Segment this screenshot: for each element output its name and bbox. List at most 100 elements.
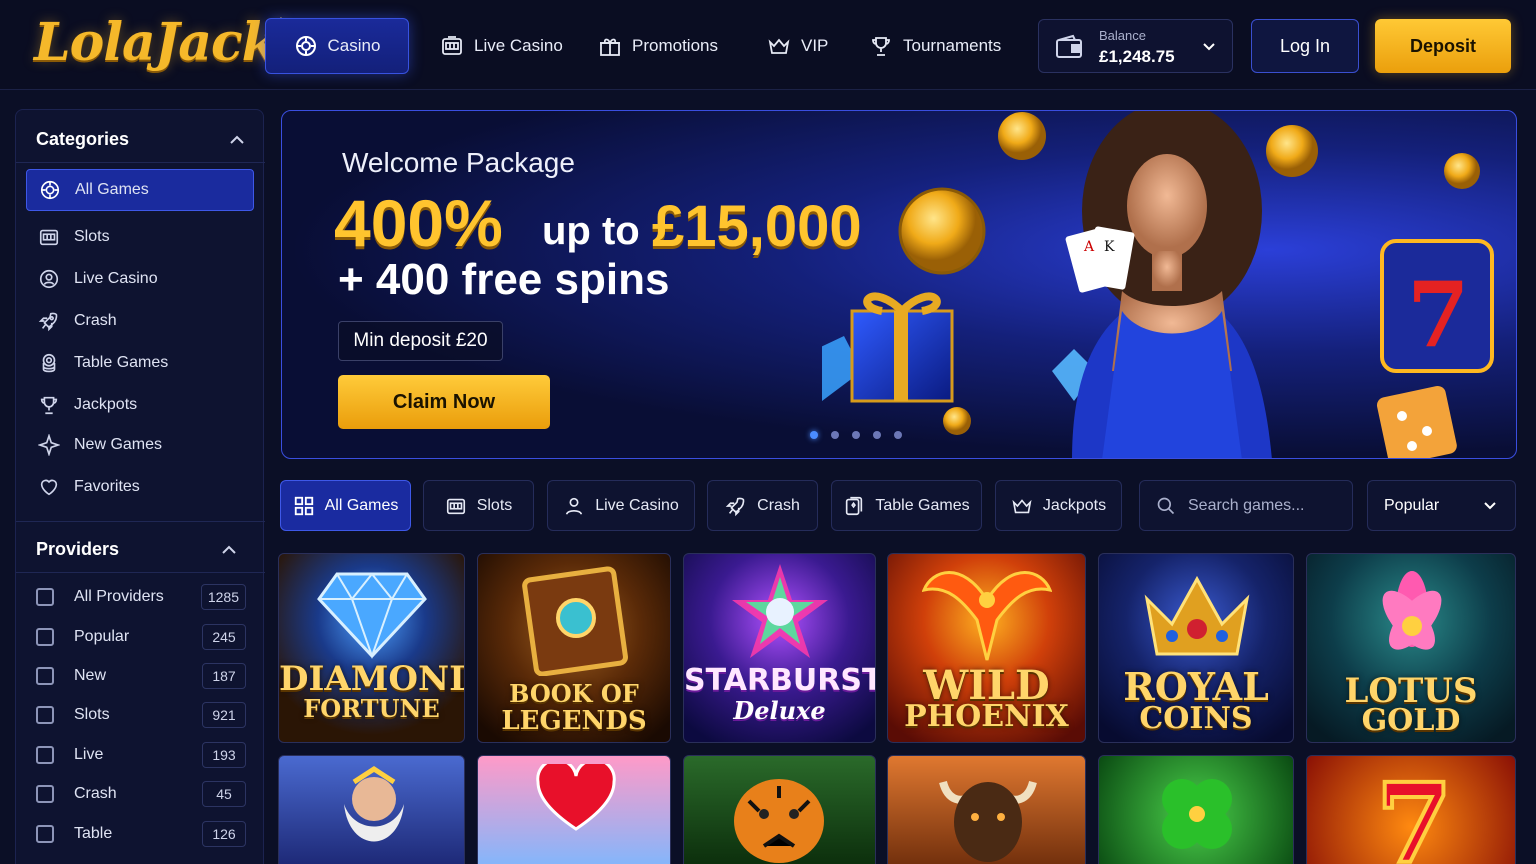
trophy-icon xyxy=(40,396,58,415)
search-input[interactable] xyxy=(1188,496,1338,515)
checkbox[interactable] xyxy=(36,667,54,685)
checkbox[interactable] xyxy=(36,785,54,803)
sidebar-item-favorites[interactable]: Favorites xyxy=(26,466,254,508)
sidebar-item-label: All Games xyxy=(75,181,149,198)
sidebar-item-table-games[interactable]: Table Games xyxy=(26,342,254,384)
brand-logo[interactable]: LolaJack✦ xyxy=(34,12,288,73)
tab-crash[interactable]: Crash xyxy=(707,480,818,531)
banner-up-to: up to xyxy=(542,209,640,253)
game-tile[interactable] xyxy=(683,755,876,864)
seven-icon: 7 xyxy=(1374,762,1455,864)
game-tile[interactable]: ROYAL COINS xyxy=(1098,553,1294,743)
game-tile[interactable] xyxy=(278,755,465,864)
search-box[interactable] xyxy=(1139,480,1353,531)
provider-filter-live[interactable]: Live 193 xyxy=(36,740,246,770)
provider-label: Live xyxy=(74,746,104,763)
game-tile[interactable]: 7 xyxy=(1306,755,1516,864)
tiger-icon xyxy=(734,779,824,863)
balance-dropdown[interactable]: Balance £1,248.75 xyxy=(1038,19,1233,73)
provider-filter-all[interactable]: All Providers 1285 xyxy=(36,582,246,612)
game-tile[interactable]: DIAMOND FORTUNE xyxy=(278,553,465,743)
provider-filter-table[interactable]: Table 126 xyxy=(36,819,246,849)
carousel-dot[interactable] xyxy=(894,431,902,439)
checkbox[interactable] xyxy=(36,746,54,764)
count-badge: 245 xyxy=(202,624,246,650)
sidebar-item-crash[interactable]: Crash xyxy=(26,300,254,342)
zeus-icon xyxy=(344,766,404,842)
sidebar-item-slots[interactable]: Slots xyxy=(26,216,254,258)
checkbox[interactable] xyxy=(36,706,54,724)
sidebar-item-live-casino[interactable]: Live Casino xyxy=(26,258,254,300)
provider-filter-new[interactable]: New 187 xyxy=(36,661,246,691)
sidebar-item-all-games[interactable]: All Games xyxy=(26,169,254,211)
tab-live-casino[interactable]: Live Casino xyxy=(547,480,695,531)
count-badge: 193 xyxy=(202,742,246,768)
nav-label: VIP xyxy=(801,36,829,55)
sort-dropdown[interactable]: Popular xyxy=(1367,480,1516,531)
crown-icon xyxy=(1012,498,1032,513)
login-button[interactable]: Log In xyxy=(1251,19,1359,73)
sidebar-item-label: Slots xyxy=(74,228,110,245)
tab-slots[interactable]: Slots xyxy=(423,480,534,531)
chevron-up-icon[interactable] xyxy=(221,542,237,558)
nav-live-casino[interactable]: Live Casino xyxy=(440,18,563,74)
star-icon xyxy=(732,564,828,658)
tab-label: Jackpots xyxy=(1042,496,1107,514)
balance-amount: £1,248.75 xyxy=(1099,47,1175,66)
provider-label: Popular xyxy=(74,628,130,645)
nav-promotions[interactable]: Promotions xyxy=(598,18,718,74)
game-tile[interactable]: BOOK OF LEGENDS xyxy=(477,553,671,743)
sidebar-item-new-games[interactable]: New Games xyxy=(26,424,254,466)
svg-text:K: K xyxy=(1104,239,1115,255)
min-deposit-badge: Min deposit £20 xyxy=(338,321,503,361)
tab-label: Crash xyxy=(757,496,800,514)
game-tile[interactable]: WILD PHOENIX xyxy=(887,553,1086,743)
game-tile[interactable] xyxy=(887,755,1086,864)
book-icon xyxy=(522,566,628,676)
tab-label: Live Casino xyxy=(595,496,679,514)
game-tile[interactable] xyxy=(477,755,671,864)
provider-filter-crash[interactable]: Crash 45 xyxy=(36,779,246,809)
chip-stack-icon xyxy=(42,353,56,373)
game-tile[interactable]: STARBURST Deluxe xyxy=(683,553,876,743)
checkbox[interactable] xyxy=(36,588,54,606)
carousel-dot[interactable] xyxy=(810,431,818,439)
provider-filter-popular[interactable]: Popular 245 xyxy=(36,622,246,652)
provider-label: Slots xyxy=(74,706,110,723)
game-title: STARBURST xyxy=(684,663,876,698)
deposit-button[interactable]: Deposit xyxy=(1375,19,1511,73)
carousel-dot[interactable] xyxy=(852,431,860,439)
game-tile[interactable]: LOTUS GOLD xyxy=(1306,553,1516,743)
sidebar-item-label: Crash xyxy=(74,312,117,329)
claim-now-button[interactable]: Claim Now xyxy=(338,375,550,429)
search-icon xyxy=(1157,497,1175,514)
heart-icon xyxy=(40,479,58,496)
checkbox[interactable] xyxy=(36,628,54,646)
carousel-dot[interactable] xyxy=(831,431,839,439)
rocket-icon xyxy=(725,497,745,516)
checkbox[interactable] xyxy=(36,825,54,843)
grid-icon xyxy=(294,496,313,515)
cards-icon xyxy=(846,496,863,515)
nav-tournaments[interactable]: Tournaments xyxy=(869,18,1001,74)
wallet-icon xyxy=(1056,34,1082,58)
sidebar-item-jackpots[interactable]: Jackpots xyxy=(26,384,254,426)
nav-vip[interactable]: VIP xyxy=(767,18,828,74)
carousel-dot[interactable] xyxy=(873,431,881,439)
divider xyxy=(16,521,265,522)
provider-label: Table xyxy=(74,825,113,842)
chevron-up-icon[interactable] xyxy=(229,132,245,148)
svg-text:A: A xyxy=(1083,239,1095,255)
tab-table-games[interactable]: Table Games xyxy=(831,480,982,531)
nav-label: Tournaments xyxy=(903,36,1002,55)
nav-casino[interactable]: Casino xyxy=(265,18,409,74)
sidebar-item-label: Table Games xyxy=(74,354,169,371)
game-tile[interactable] xyxy=(1098,755,1294,864)
clover-icon xyxy=(1162,779,1232,849)
banner-percent: 400% xyxy=(334,186,503,260)
promo-banner[interactable]: A K 7 Welcome Package 400% up to £15,000… xyxy=(281,110,1517,459)
tab-jackpots[interactable]: Jackpots xyxy=(995,480,1122,531)
provider-filter-slots[interactable]: Slots 921 xyxy=(36,700,246,730)
sidebar-item-label: Live Casino xyxy=(74,270,158,287)
tab-all-games[interactable]: All Games xyxy=(280,480,411,531)
